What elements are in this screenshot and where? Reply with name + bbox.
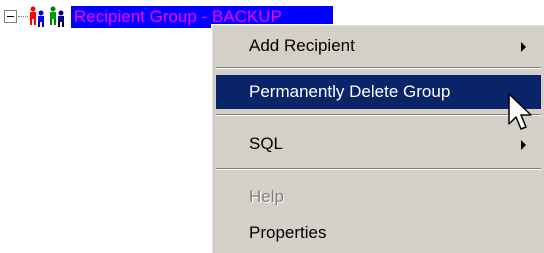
recipient-group-icon (30, 6, 64, 27)
submenu-arrow-icon (521, 140, 526, 150)
tree-connector (18, 16, 28, 18)
menu-item-label: Help (249, 187, 284, 206)
menu-item-properties[interactable]: Properties (216, 216, 541, 250)
menu-item-permanently-delete-group[interactable]: Permanently Delete Group (216, 75, 541, 109)
menu-item-label: SQL (249, 134, 284, 153)
menu-item-label: Permanently Delete Group (249, 82, 451, 101)
menu-separator (216, 168, 541, 170)
menu-item-add-recipient[interactable]: Add Recipient (216, 29, 541, 63)
menu-item-label: Properties (249, 223, 327, 242)
minus-box-icon[interactable] (4, 10, 17, 23)
submenu-arrow-icon (521, 42, 526, 52)
menu-item-sql[interactable]: SQL (216, 127, 541, 161)
menu-separator (216, 114, 541, 116)
menu-item-help: Help (216, 180, 541, 214)
arrow-cursor-icon (508, 93, 532, 130)
menu-separator (216, 67, 541, 69)
context-menu: Add Recipient Permanently Delete Group S… (211, 24, 544, 253)
menu-item-label: Add Recipient (249, 36, 355, 55)
